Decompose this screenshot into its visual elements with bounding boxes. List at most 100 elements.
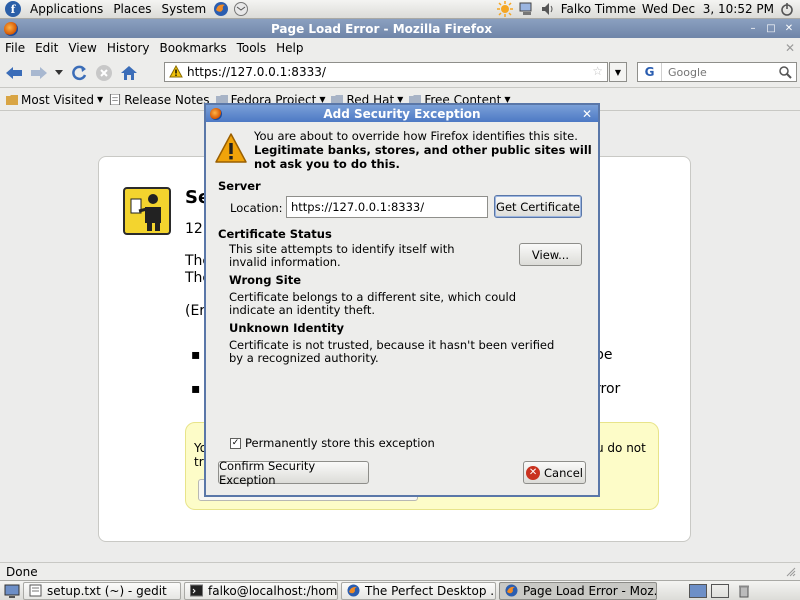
search-bar: G xyxy=(637,62,797,82)
task-gedit[interactable]: setup.txt (~) - gedit xyxy=(23,581,181,600)
bookmark-most-visited[interactable]: Most Visited ▼ xyxy=(6,93,103,107)
dialog-titlebar[interactable]: Add Security Exception ✕ xyxy=(206,105,598,122)
clock[interactable]: Wed Dec 3, 10:52 PM xyxy=(642,2,774,16)
resize-grip-icon[interactable] xyxy=(786,567,796,577)
wrong-site-text: Certificate belongs to a different site,… xyxy=(229,290,517,317)
search-engine-icon[interactable]: G xyxy=(638,63,662,81)
task-firefox-page-load-error[interactable]: Page Load Error - Moz... xyxy=(499,581,657,600)
confirm-security-exception-button[interactable]: Confirm Security Exception xyxy=(218,459,369,487)
warning-triangle-icon xyxy=(215,133,247,163)
status-text: Done xyxy=(6,564,38,579)
url-text[interactable]: https://127.0.0.1:8333/ xyxy=(187,65,326,79)
firefox-launcher-icon[interactable] xyxy=(213,1,229,17)
forward-arrow-icon xyxy=(31,66,47,79)
applications-menu[interactable]: Applications xyxy=(25,2,108,16)
stop-icon xyxy=(96,64,112,81)
add-security-exception-dialog: Add Security Exception ✕ You are about t… xyxy=(204,103,600,497)
volume-icon[interactable] xyxy=(541,2,555,16)
search-icon[interactable] xyxy=(779,65,792,79)
intro-warning-text: Legitimate banks, stores, and other publ… xyxy=(254,143,592,171)
system-menu[interactable]: System xyxy=(156,2,211,16)
home-button[interactable] xyxy=(118,62,140,84)
top-panel: f Applications Places System Falko Timme… xyxy=(0,0,800,19)
stop-button[interactable] xyxy=(93,62,115,84)
menu-tools[interactable]: Tools xyxy=(232,41,272,55)
cancel-label: Cancel xyxy=(544,465,583,480)
show-desktop-icon[interactable] xyxy=(4,583,20,599)
firefox-icon xyxy=(505,584,518,597)
permanent-store-label: Permanently store this exception xyxy=(245,436,435,450)
home-icon xyxy=(121,65,137,80)
status-bar: Done xyxy=(0,562,800,580)
forward-button[interactable] xyxy=(28,62,50,84)
get-certificate-button[interactable]: Get Certificate xyxy=(494,195,582,218)
task-firefox-perfect-desktop[interactable]: The Perfect Desktop ... xyxy=(341,581,496,600)
firefox-icon xyxy=(4,21,18,36)
menu-file[interactable]: File xyxy=(0,41,30,55)
trash-icon[interactable] xyxy=(737,584,751,598)
menu-edit[interactable]: Edit xyxy=(30,41,63,55)
network-icon[interactable] xyxy=(519,2,535,16)
reload-icon xyxy=(72,65,87,80)
dialog-intro: You are about to override how Firefox id… xyxy=(254,129,594,171)
bottom-panel: setup.txt (~) - gedit falko@localhost:/h… xyxy=(0,580,800,600)
mail-launcher-icon[interactable] xyxy=(233,1,249,17)
location-input[interactable] xyxy=(286,196,488,218)
back-button[interactable] xyxy=(3,62,25,84)
menu-history[interactable]: History xyxy=(102,41,155,55)
reload-button[interactable] xyxy=(68,62,90,84)
certificate-status-text: This site attempts to identify itself wi… xyxy=(229,242,455,269)
bullet: ▪ xyxy=(191,381,201,397)
folder-icon xyxy=(6,95,18,105)
dialog-close-icon[interactable]: ✕ xyxy=(582,107,592,121)
menu-view[interactable]: View xyxy=(63,41,101,55)
page-icon xyxy=(110,94,121,105)
unknown-identity-text: Certificate is not trusted, because it h… xyxy=(229,338,555,365)
window-titlebar[interactable]: Page Load Error - Mozilla Firefox – □ ✕ xyxy=(0,19,800,38)
firefox-icon xyxy=(210,107,222,120)
notice-text: u do not xyxy=(596,441,646,455)
intro-text: You are about to override how Firefox id… xyxy=(254,129,578,143)
task-terminal[interactable]: falko@localhost:/hom... xyxy=(184,581,338,600)
minimize-icon[interactable]: – xyxy=(745,22,761,36)
url-dropdown-button[interactable]: ▼ xyxy=(609,62,627,82)
bookmark-release-notes[interactable]: Release Notes xyxy=(109,93,210,107)
close-icon[interactable]: ✕ xyxy=(781,22,797,36)
text-editor-icon xyxy=(29,584,42,597)
permanent-store-checkbox[interactable]: ✓ xyxy=(230,437,241,449)
places-menu[interactable]: Places xyxy=(108,2,156,16)
url-bar[interactable]: https://127.0.0.1:8333/ ☆ xyxy=(164,62,608,82)
window-title: Page Load Error - Mozilla Firefox xyxy=(270,21,493,36)
search-input[interactable] xyxy=(668,65,778,79)
user-name[interactable]: Falko Timme xyxy=(561,2,636,16)
back-arrow-icon xyxy=(6,66,22,79)
error-line: (Er xyxy=(185,303,206,319)
menu-help[interactable]: Help xyxy=(271,41,308,55)
security-officer-icon xyxy=(123,187,171,235)
menu-bookmarks[interactable]: Bookmarks xyxy=(155,41,232,55)
permanent-store-option[interactable]: ✓ Permanently store this exception xyxy=(230,436,435,450)
cancel-icon: ✕ xyxy=(526,465,541,480)
workspace-2[interactable] xyxy=(711,583,729,598)
navigation-toolbar: https://127.0.0.1:8333/ ☆ ▼ G xyxy=(0,58,800,88)
workspace-1[interactable] xyxy=(689,583,707,598)
close-tab-icon[interactable]: ✕ xyxy=(785,41,795,55)
maximize-icon[interactable]: □ xyxy=(763,22,779,36)
chevron-down-icon xyxy=(55,69,63,75)
cancel-button[interactable]: ✕ Cancel xyxy=(523,461,586,484)
warning-triangle-icon xyxy=(169,65,183,78)
chevron-down-icon: ▼ xyxy=(97,95,104,104)
menu-bar: File Edit View History Bookmarks Tools H… xyxy=(0,38,800,58)
bookmark-star-icon[interactable]: ☆ xyxy=(592,64,603,78)
fedora-logo-icon[interactable]: f xyxy=(5,1,21,17)
firefox-icon xyxy=(347,584,360,597)
dialog-title: Add Security Exception xyxy=(323,106,481,121)
update-notifier-icon[interactable] xyxy=(496,1,513,17)
power-icon[interactable] xyxy=(780,2,794,16)
server-section-label: Server xyxy=(218,179,261,193)
history-dropdown-button[interactable] xyxy=(53,62,65,84)
wrong-site-label: Wrong Site xyxy=(229,273,301,287)
view-certificate-button[interactable]: View... xyxy=(519,243,582,266)
unknown-identity-label: Unknown Identity xyxy=(229,321,345,335)
location-label: Location: xyxy=(230,201,283,215)
